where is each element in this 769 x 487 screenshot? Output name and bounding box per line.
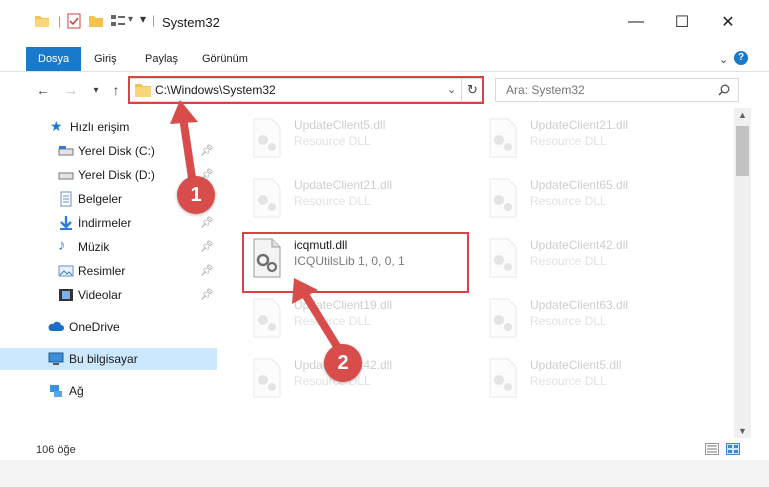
arrow-1-shaft bbox=[180, 120, 196, 182]
arrow-1-head bbox=[170, 100, 198, 124]
annotation-arrows bbox=[170, 100, 342, 352]
step-badge-2: 2 bbox=[324, 344, 362, 382]
arrow-2-shaft bbox=[302, 292, 342, 352]
step-badge-1: 1 bbox=[177, 176, 215, 214]
